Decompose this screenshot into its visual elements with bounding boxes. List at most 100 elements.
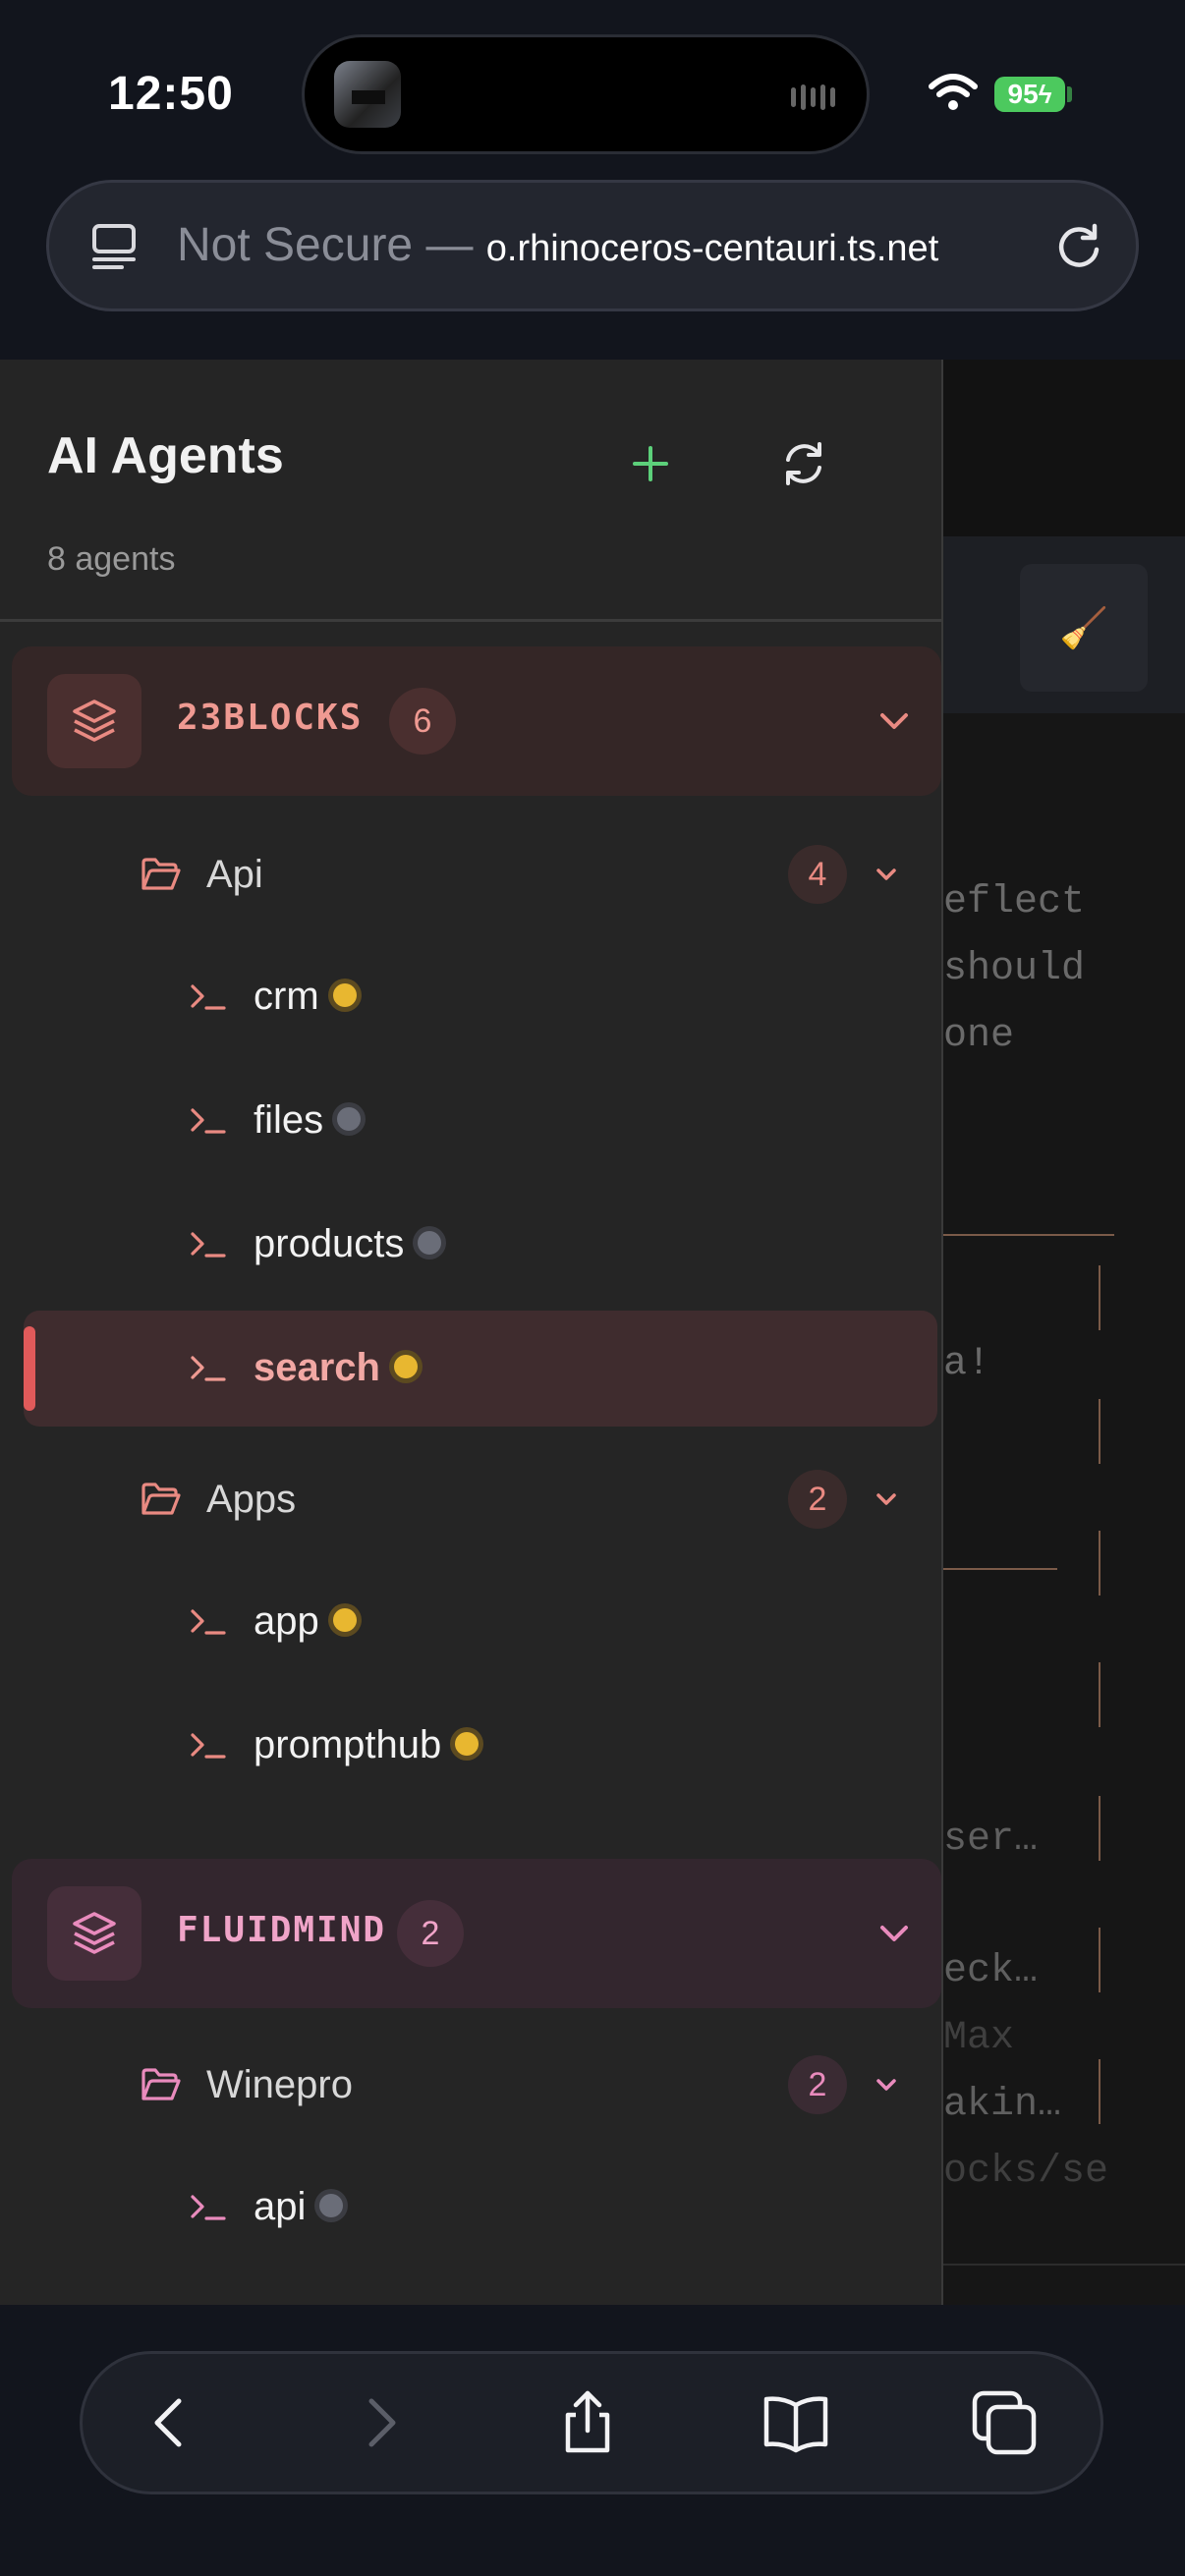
background-text: akin… bbox=[943, 2083, 1062, 2127]
tabs-icon bbox=[972, 2390, 1037, 2455]
status-dot-active bbox=[455, 1732, 480, 1757]
back-icon bbox=[154, 2398, 182, 2447]
agent-label: api bbox=[254, 2185, 344, 2229]
clear-icon[interactable]: 🧹 bbox=[1020, 564, 1148, 692]
folder-count-badge: 4 bbox=[788, 845, 847, 904]
chevron-down-icon[interactable] bbox=[875, 701, 914, 741]
forward-icon bbox=[368, 2398, 396, 2447]
selected-indicator bbox=[24, 1326, 35, 1411]
battery-level: 95 bbox=[1007, 79, 1039, 109]
agent-item-products[interactable]: products bbox=[0, 1187, 941, 1303]
status-dot-active bbox=[332, 983, 357, 1008]
folder-name: Apps bbox=[206, 1478, 297, 1521]
agent-item-crm[interactable]: crm bbox=[0, 939, 941, 1055]
divider bbox=[1099, 1531, 1100, 1596]
divider bbox=[1099, 1399, 1100, 1464]
agent-name: products bbox=[254, 1222, 405, 1265]
group-23blocks[interactable]: 23BLOCKS 6 bbox=[12, 646, 941, 796]
bookmarks-button[interactable] bbox=[761, 2387, 831, 2458]
status-time: 12:50 bbox=[108, 68, 234, 120]
agent-name: files bbox=[254, 1098, 324, 1142]
terminal-icon bbox=[191, 1609, 226, 1635]
url-text[interactable]: Not Secure — o.rhinoceros-centauri.ts.ne… bbox=[177, 218, 938, 272]
background-text: Max bbox=[943, 2016, 1015, 2060]
agent-name: app bbox=[254, 1599, 319, 1643]
layers-icon bbox=[47, 674, 141, 768]
agent-label: app bbox=[254, 1599, 357, 1644]
terminal-icon bbox=[191, 1356, 226, 1381]
status-dot-active bbox=[332, 1608, 357, 1633]
agent-name: prompthub bbox=[254, 1723, 442, 1766]
sidebar-title: AI Agents bbox=[47, 427, 284, 484]
folder-apps[interactable]: Apps 2 bbox=[0, 1450, 941, 1548]
browser-toolbar bbox=[83, 2354, 1100, 2492]
group-name: 23BLOCKS bbox=[177, 698, 364, 738]
divider bbox=[941, 1234, 1114, 1236]
folder-api[interactable]: Api 4 bbox=[0, 825, 941, 924]
group-name: FLUIDMIND bbox=[177, 1910, 387, 1950]
folder-open-icon bbox=[141, 1483, 181, 1515]
divider bbox=[1099, 1265, 1100, 1330]
share-icon bbox=[565, 2390, 610, 2453]
agent-item-search[interactable]: search bbox=[24, 1311, 937, 1427]
agent-item-api[interactable]: api bbox=[0, 2150, 941, 2266]
battery-nub bbox=[1067, 86, 1072, 102]
url-host: o.rhinoceros-centauri.ts.net bbox=[485, 228, 939, 269]
layers-icon bbox=[47, 1886, 141, 1981]
terminal-icon bbox=[191, 1232, 226, 1258]
divider bbox=[1099, 1928, 1100, 1992]
agent-name: search bbox=[254, 1346, 380, 1389]
status-dot-active bbox=[393, 1355, 418, 1379]
bookmarks-icon bbox=[763, 2396, 828, 2453]
forward-button[interactable] bbox=[344, 2387, 415, 2458]
status-dot-idle bbox=[418, 1231, 442, 1256]
background-text: eflect bbox=[943, 880, 1086, 924]
background-text: ocks/se bbox=[943, 2150, 1109, 2194]
agent-item-prompthub[interactable]: prompthub bbox=[0, 1688, 941, 1804]
chevron-down-icon[interactable] bbox=[871, 2069, 902, 2100]
folder-name: Winepro bbox=[206, 2063, 353, 2106]
terminal-icon bbox=[191, 1108, 226, 1134]
agent-item-app[interactable]: app bbox=[0, 1564, 941, 1680]
divider bbox=[1099, 2059, 1100, 2124]
share-button[interactable] bbox=[552, 2387, 623, 2458]
agent-label: products bbox=[254, 1222, 442, 1266]
group-count-badge: 2 bbox=[397, 1900, 464, 1967]
now-playing-thumbnail bbox=[334, 61, 401, 128]
divider bbox=[1099, 1662, 1100, 1727]
refresh-agents-button[interactable] bbox=[774, 434, 833, 493]
chevron-down-icon[interactable] bbox=[871, 1484, 902, 1515]
agent-count: 8 agents bbox=[47, 540, 176, 578]
tabs-button[interactable] bbox=[969, 2387, 1040, 2458]
chevron-down-icon[interactable] bbox=[875, 1914, 914, 1953]
divider bbox=[1099, 1796, 1100, 1861]
folder-open-icon bbox=[141, 858, 181, 890]
agent-label: search bbox=[254, 1346, 418, 1390]
url-security-label: Not Secure — bbox=[177, 219, 486, 271]
status-dot-idle bbox=[337, 1107, 362, 1132]
audio-wave-icon bbox=[791, 84, 835, 110]
add-agent-button[interactable] bbox=[621, 434, 680, 493]
divider bbox=[941, 2264, 1185, 2266]
reload-icon[interactable] bbox=[1053, 220, 1104, 271]
address-bar[interactable]: Not Secure — o.rhinoceros-centauri.ts.ne… bbox=[49, 183, 1136, 308]
folder-count-badge: 2 bbox=[788, 1470, 847, 1529]
back-button[interactable] bbox=[136, 2387, 206, 2458]
terminal-icon bbox=[191, 1733, 226, 1759]
background-text: one bbox=[943, 1014, 1015, 1058]
status-dot-idle bbox=[319, 2194, 344, 2218]
agent-item-files[interactable]: files bbox=[0, 1063, 941, 1179]
agent-label: files bbox=[254, 1098, 362, 1143]
agent-name: crm bbox=[254, 975, 319, 1018]
page-menu-icon[interactable] bbox=[88, 220, 140, 271]
agents-sidebar: AI Agents 8 agents 23BLOCKS 6 Api 4 crm … bbox=[0, 360, 943, 2305]
battery-indicator: 95 ϟ bbox=[994, 77, 1065, 112]
chevron-down-icon[interactable] bbox=[871, 859, 902, 890]
background-text: should bbox=[943, 947, 1086, 991]
wifi-icon bbox=[929, 74, 978, 110]
folder-winepro[interactable]: Winepro 2 bbox=[0, 2036, 941, 2134]
agent-label: prompthub bbox=[254, 1723, 480, 1767]
terminal-icon bbox=[191, 2195, 226, 2220]
dynamic-island[interactable] bbox=[305, 37, 867, 151]
group-fluidmind[interactable]: FLUIDMIND 2 bbox=[12, 1859, 941, 2008]
